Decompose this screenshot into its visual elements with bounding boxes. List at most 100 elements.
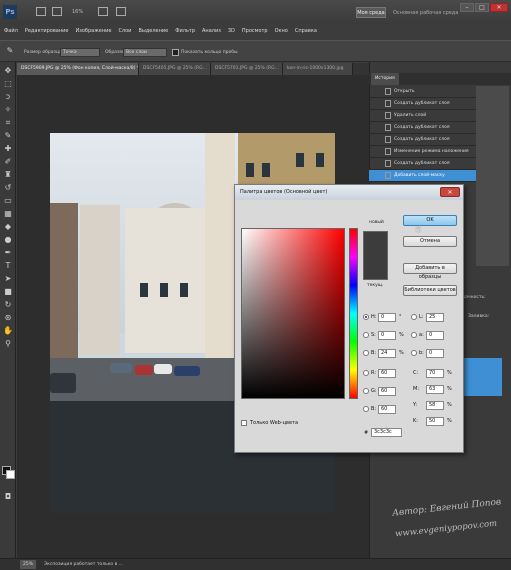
move-tool-icon[interactable]: ✥ xyxy=(3,66,13,76)
history-tab[interactable]: История xyxy=(371,73,399,85)
brush-tool-icon[interactable]: ✐ xyxy=(3,157,13,167)
history-item[interactable]: Открыть xyxy=(369,86,476,98)
status-zoom[interactable]: 25% xyxy=(20,560,37,569)
brightness-input[interactable]: 24 xyxy=(378,349,396,358)
saturation-unit: % xyxy=(399,332,404,338)
hex-input[interactable]: 3c3c3c xyxy=(371,428,402,437)
close-button[interactable]: ✕ xyxy=(490,3,508,12)
crop-tool-icon[interactable]: ⌗ xyxy=(3,118,13,128)
menu-filter[interactable]: Фильтр xyxy=(175,28,195,34)
quick-select-tool-icon[interactable]: ✧ xyxy=(3,105,13,115)
menu-3d[interactable]: 3D xyxy=(228,28,235,34)
history-brush-icon[interactable]: ↺ xyxy=(3,183,13,193)
add-to-swatches-button[interactable]: Добавить в образцы xyxy=(403,263,457,280)
document-tab[interactable]: kon-in-ris-1000x1300.jpg xyxy=(283,63,353,75)
minibridge-icon[interactable] xyxy=(52,7,62,16)
screen-mode-icon[interactable] xyxy=(116,7,126,16)
path-select-icon[interactable]: ➤ xyxy=(3,274,13,284)
menu-edit[interactable]: Редактирование xyxy=(25,28,69,34)
title-bar: Ps 16% Моя среда Основная рабочая среда … xyxy=(0,0,511,24)
dialog-title: Палитра цветов (Основной цвет) xyxy=(240,189,328,195)
hue-slider[interactable] xyxy=(349,228,358,399)
history-item-selected[interactable]: Добавить слой-маску xyxy=(369,170,476,182)
cyan-input[interactable]: 70 xyxy=(426,369,444,378)
sample-select[interactable]: Все слои xyxy=(123,48,167,57)
maximize-button[interactable]: □ xyxy=(475,3,489,12)
blue-radio[interactable] xyxy=(363,406,369,412)
cancel-button[interactable]: Отмена xyxy=(403,236,457,247)
eyedropper-tool-icon[interactable]: ✎ xyxy=(5,46,15,56)
healing-brush-icon[interactable]: ✚ xyxy=(3,144,13,154)
dialog-close-button[interactable]: ✕ xyxy=(440,187,460,197)
black-field-row: K: 50 % xyxy=(411,417,461,426)
menu-layers[interactable]: Слои xyxy=(118,28,131,34)
lab-a-radio[interactable] xyxy=(411,332,417,338)
workspace-switcher[interactable]: Основная рабочая среда xyxy=(393,10,458,16)
hue-radio[interactable] xyxy=(363,314,369,320)
zoom-level[interactable]: 16% xyxy=(72,9,83,15)
menu-help[interactable]: Справка xyxy=(295,28,317,34)
blur-tool-icon[interactable]: ◆ xyxy=(3,222,13,232)
ok-button[interactable]: OK xyxy=(403,215,457,226)
dialog-title-bar[interactable]: Палитра цветов (Основной цвет) ✕ xyxy=(235,185,463,200)
lab-b-radio[interactable] xyxy=(411,350,417,356)
lab-l-input[interactable]: 25 xyxy=(426,313,444,322)
arrange-documents-icon[interactable] xyxy=(98,7,108,16)
show-ring-checkbox[interactable] xyxy=(172,49,179,56)
lab-a-input[interactable]: 0 xyxy=(426,331,444,340)
type-tool-icon[interactable]: T xyxy=(3,261,13,271)
zoom-tool-icon[interactable]: ⚲ xyxy=(3,339,13,349)
brightness-radio[interactable] xyxy=(363,350,369,356)
background-color-swatch[interactable] xyxy=(6,470,15,479)
bridge-icon[interactable] xyxy=(36,7,46,16)
marquee-tool-icon[interactable]: ⬚ xyxy=(3,79,13,89)
pen-tool-icon[interactable]: ✒ xyxy=(3,248,13,258)
workspace-button[interactable]: Моя среда xyxy=(356,7,386,18)
green-radio[interactable] xyxy=(363,388,369,394)
history-item[interactable]: Создать дубликат слоя xyxy=(369,134,476,146)
clone-stamp-icon[interactable]: ♜ xyxy=(3,170,13,180)
saturation-brightness-field[interactable] xyxy=(241,228,345,399)
eyedropper-icon[interactable]: ✎ xyxy=(3,131,13,141)
quick-mask-icon[interactable]: ◘ xyxy=(3,492,13,502)
document-tab[interactable]: DSCF5405.JPG @ 25% (RG... xyxy=(139,63,211,75)
lasso-tool-icon[interactable]: ↄ xyxy=(3,92,13,102)
web-colors-only-checkbox[interactable] xyxy=(241,420,247,426)
black-input[interactable]: 50 xyxy=(426,417,444,426)
3d-rotate-icon[interactable]: ↻ xyxy=(3,300,13,310)
menu-analysis[interactable]: Анализ xyxy=(202,28,221,34)
menu-file[interactable]: Файл xyxy=(4,28,18,34)
history-item[interactable]: Создать дубликат слоя xyxy=(369,122,476,134)
color-libraries-button[interactable]: Библиотеки цветов xyxy=(403,285,457,296)
blue-input[interactable]: 60 xyxy=(378,405,396,414)
saturation-radio[interactable] xyxy=(363,332,369,338)
red-input[interactable]: 60 xyxy=(378,369,396,378)
history-item[interactable]: Создать дубликат слоя xyxy=(369,98,476,110)
lab-b-input[interactable]: 0 xyxy=(426,349,444,358)
menu-select[interactable]: Выделение xyxy=(138,28,168,34)
saturation-input[interactable]: 0 xyxy=(378,331,396,340)
menu-view[interactable]: Просмотр xyxy=(242,28,268,34)
red-radio[interactable] xyxy=(363,370,369,376)
hue-input[interactable]: 0 xyxy=(378,313,396,322)
magenta-input[interactable]: 63 xyxy=(426,385,444,394)
sample-size-select[interactable]: Точка xyxy=(60,48,100,57)
shape-tool-icon[interactable]: ■ xyxy=(3,287,13,297)
history-item-label: Создать дубликат слоя xyxy=(394,101,450,106)
eraser-tool-icon[interactable]: ▭ xyxy=(3,196,13,206)
green-input[interactable]: 60 xyxy=(378,387,396,396)
menu-window[interactable]: Окно xyxy=(275,28,288,34)
dodge-tool-icon[interactable]: ● xyxy=(3,235,13,245)
lab-l-radio[interactable] xyxy=(411,314,417,320)
document-tab-active[interactable]: DSCF5909.JPG @ 25% (Фон копия, Слой-маск… xyxy=(17,63,139,75)
history-item[interactable]: Удалить слой xyxy=(369,110,476,122)
3d-orbit-icon[interactable]: ⊛ xyxy=(3,313,13,323)
history-item[interactable]: Изменение режима наложения xyxy=(369,146,476,158)
minimize-button[interactable]: – xyxy=(460,3,474,12)
document-tab[interactable]: DSCF5701.JPG @ 25% (RG... xyxy=(211,63,283,75)
history-item[interactable]: Создать дубликат слоя xyxy=(369,158,476,170)
yellow-input[interactable]: 58 xyxy=(426,401,444,410)
gradient-tool-icon[interactable]: ▦ xyxy=(3,209,13,219)
menu-image[interactable]: Изображение xyxy=(75,28,111,34)
hand-tool-icon[interactable]: ✋ xyxy=(3,326,13,336)
